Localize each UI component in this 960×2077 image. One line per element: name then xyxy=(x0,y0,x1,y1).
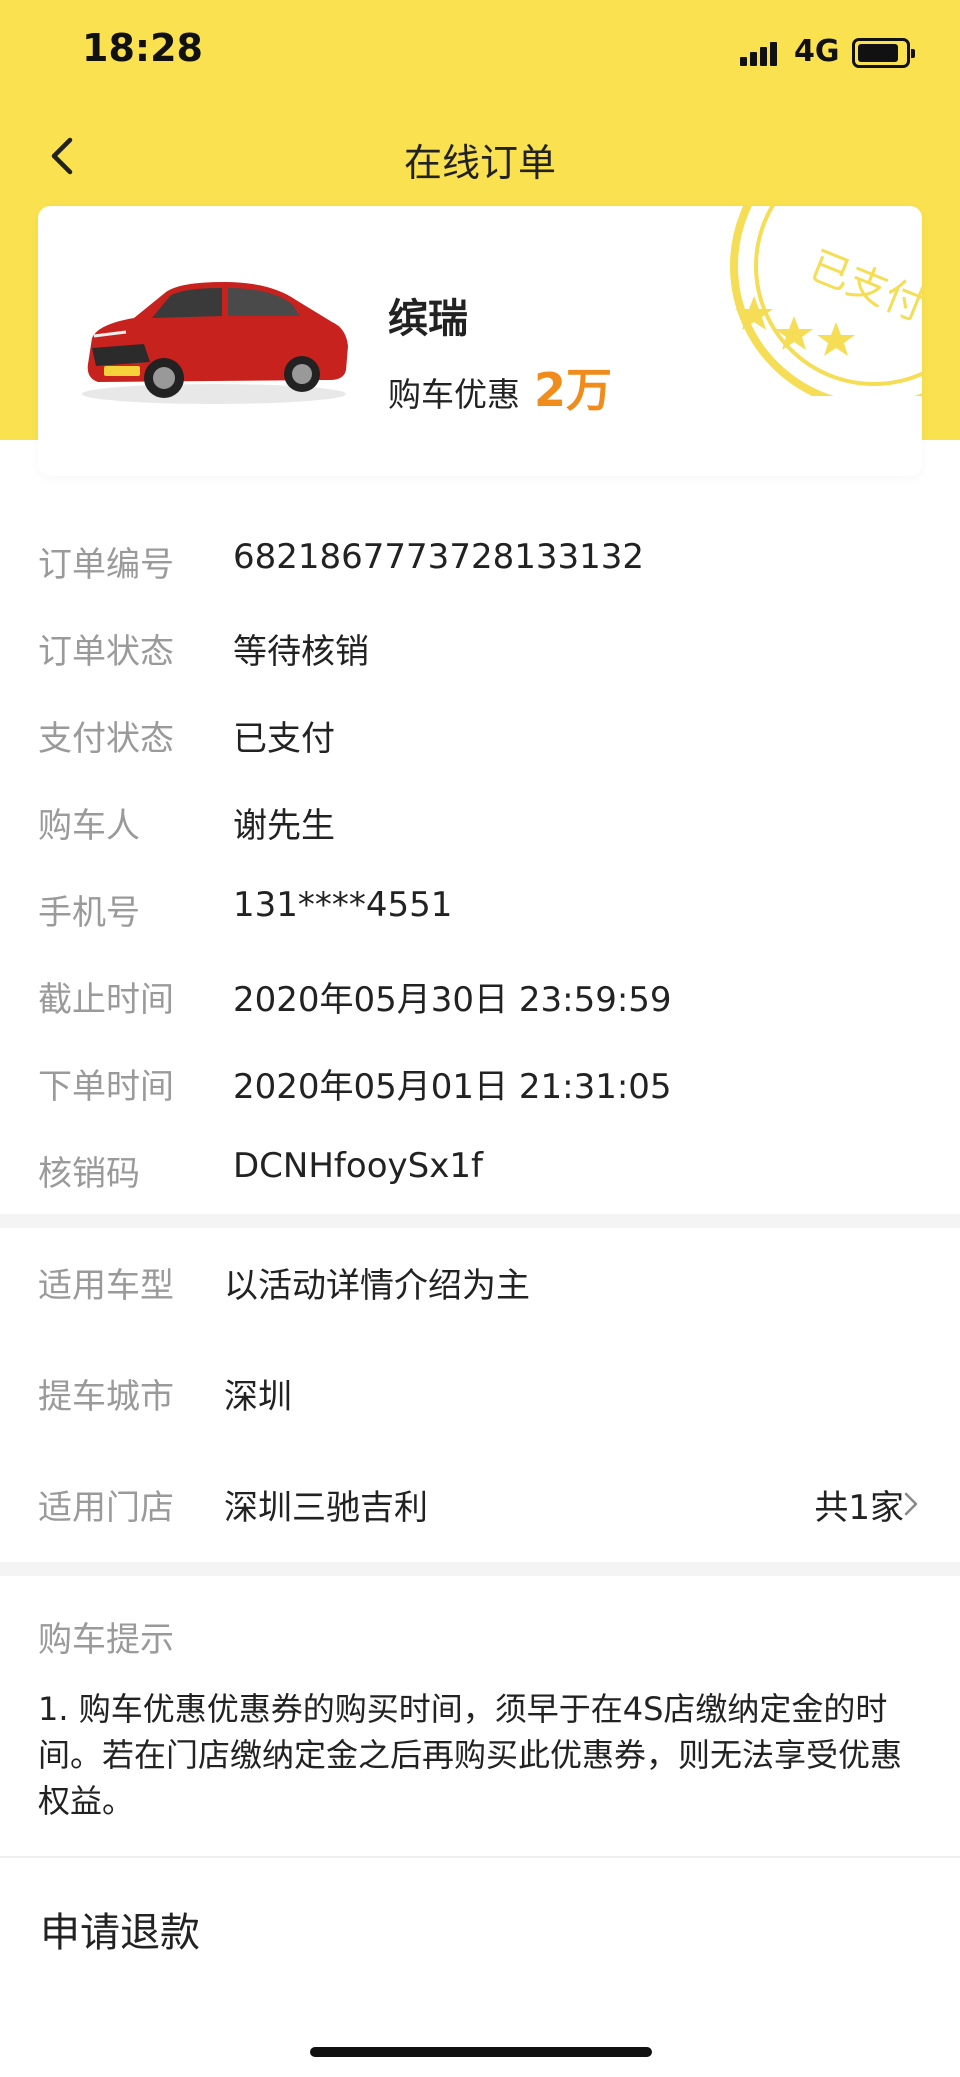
detail-row: 核销码 DCNHfooySx1f xyxy=(0,1126,960,1213)
battery-icon xyxy=(852,38,915,68)
section-divider xyxy=(0,1214,960,1228)
car-model-name: 缤瑞 xyxy=(388,296,468,342)
detail-row: 截止时间 2020年05月30日 23:59:59 xyxy=(0,952,960,1039)
detail-value: 6821867773728133132 xyxy=(233,537,645,577)
applicable-store-row[interactable]: 适用门店 深圳三驰吉利 共1家 xyxy=(0,1450,960,1561)
car-image xyxy=(82,282,348,404)
detail-value: 谢先生 xyxy=(233,806,335,846)
paid-stamp: 已支付 xyxy=(730,206,922,396)
detail-label: 核销码 xyxy=(38,1154,140,1194)
promo-label: 购车优惠 xyxy=(388,375,520,414)
paid-stamp-text: 已支付 xyxy=(803,243,922,331)
detail-row: 订单编号 6821867773728133132 xyxy=(0,517,960,604)
detail-label: 订单状态 xyxy=(38,632,174,672)
promo-info: 购车优惠 2万 xyxy=(388,354,612,420)
promo-amount: 2万 xyxy=(534,363,613,417)
detail-value: 2020年05月30日 23:59:59 xyxy=(233,980,672,1020)
divider-line xyxy=(0,1856,960,1858)
status-bar: 18:28 4G xyxy=(0,0,960,100)
pickup-city-value: 深圳 xyxy=(224,1377,292,1417)
detail-label: 支付状态 xyxy=(38,719,174,759)
home-indicator xyxy=(310,2047,652,2057)
detail-value: 已支付 xyxy=(233,719,335,759)
purchase-tips-title: 购车提示 xyxy=(38,1620,174,1660)
applicable-model-row: 适用车型 以活动详情介绍为主 xyxy=(0,1228,960,1339)
detail-label: 手机号 xyxy=(38,893,140,933)
page-title: 在线订单 xyxy=(403,141,556,185)
detail-value: DCNHfooySx1f xyxy=(233,1146,483,1186)
store-count[interactable]: 共1家 xyxy=(814,1480,904,1529)
detail-value: 2020年05月01日 21:31:05 xyxy=(233,1067,672,1107)
detail-row: 下单时间 2020年05月01日 21:31:05 xyxy=(0,1039,960,1126)
detail-row: 购车人 谢先生 xyxy=(0,778,960,865)
section-divider xyxy=(0,1562,960,1576)
network-type: 4G xyxy=(794,34,840,69)
applicable-model-value: 以活动详情介绍为主 xyxy=(224,1266,530,1306)
detail-row: 订单状态 等待核销 xyxy=(0,604,960,691)
detail-row: 支付状态 已支付 xyxy=(0,691,960,778)
purchase-tips-text: 1. 购车优惠优惠券的购买时间，须早于在4S店缴纳定金的时间。若在门店缴纳定金之… xyxy=(38,1690,903,1820)
detail-value: 等待核销 xyxy=(233,632,369,672)
applicable-store-label: 适用门店 xyxy=(38,1488,174,1528)
order-details: 订单编号 6821867773728133132 订单状态 等待核销 支付状态 已支付… xyxy=(0,517,960,1213)
refund-button[interactable]: 申请退款 xyxy=(40,1900,200,1958)
detail-label: 下单时间 xyxy=(38,1067,174,1107)
detail-label: 订单编号 xyxy=(38,545,174,585)
applicable-model-label: 适用车型 xyxy=(38,1266,174,1306)
applicable-store-value: 深圳三驰吉利 xyxy=(224,1488,428,1528)
product-card: 缤瑞 购车优惠 2万 已支付 xyxy=(38,206,922,476)
applicability-section: 适用车型 以活动详情介绍为主 提车城市 深圳 适用门店 深圳三驰吉利 共1家 xyxy=(0,1228,960,1561)
chevron-right-icon[interactable] xyxy=(904,1492,918,1516)
pickup-city-label: 提车城市 xyxy=(38,1377,174,1417)
detail-row: 手机号 131****4551 xyxy=(0,865,960,952)
detail-label: 购车人 xyxy=(38,806,140,846)
status-time: 18:28 xyxy=(82,26,203,70)
detail-label: 截止时间 xyxy=(38,980,174,1020)
nav-bar: 在线订单 xyxy=(0,110,960,202)
signal-icon xyxy=(740,40,780,66)
detail-value: 131****4551 xyxy=(233,885,453,925)
pickup-city-row: 提车城市 深圳 xyxy=(0,1339,960,1450)
